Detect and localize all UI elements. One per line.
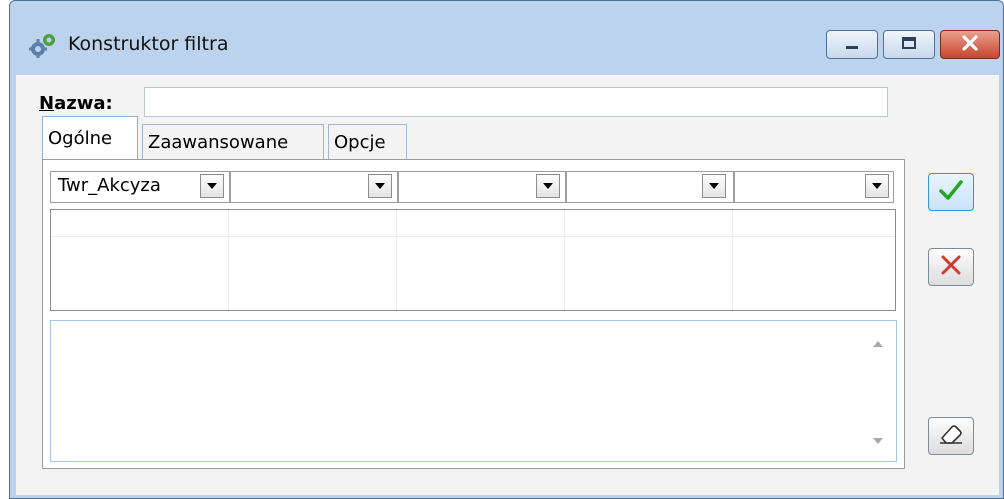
eraser-icon xyxy=(938,423,964,449)
chevron-down-icon[interactable] xyxy=(702,174,726,198)
ok-button[interactable] xyxy=(928,173,974,211)
grid-row-divider xyxy=(51,236,895,237)
cancel-button[interactable] xyxy=(928,248,974,286)
maximize-button[interactable] xyxy=(883,30,935,59)
close-icon xyxy=(961,34,979,55)
scroll-up-arrow-icon[interactable] xyxy=(872,333,884,352)
chevron-down-icon[interactable] xyxy=(865,174,889,198)
chevron-down-icon[interactable] xyxy=(368,174,392,198)
grid-column-divider xyxy=(228,210,229,310)
grid-column-divider xyxy=(564,210,565,310)
x-icon xyxy=(940,254,962,280)
dialog-client-area: Nazwa: Ogólne Zaawansowane Opcje Twr_Akc… xyxy=(16,75,999,495)
scroll-down-arrow-icon[interactable] xyxy=(872,430,884,449)
grid-column-divider xyxy=(396,210,397,310)
chevron-down-icon[interactable] xyxy=(536,174,560,198)
title-bar: Konstruktor filtra xyxy=(10,1,1003,75)
check-icon xyxy=(938,179,964,205)
column-selectors: Twr_Akcyza xyxy=(50,171,894,205)
chevron-down-icon[interactable] xyxy=(200,174,224,198)
close-button[interactable] xyxy=(940,30,1000,59)
tab-options[interactable]: Opcje xyxy=(328,124,407,160)
name-input[interactable] xyxy=(144,87,888,117)
tab-general[interactable]: Ogólne xyxy=(42,116,138,159)
minimize-button[interactable] xyxy=(826,30,878,59)
minimize-icon xyxy=(844,35,860,54)
grid-column-divider xyxy=(732,210,733,310)
filter-grid[interactable] xyxy=(50,209,896,311)
tab-panel: Twr_Akcyza xyxy=(42,159,905,469)
clear-button[interactable] xyxy=(928,417,974,455)
dialog-window: Konstruktor filtra Nazwa: Ogólne Zaawans… xyxy=(9,0,1004,499)
gear-filter-icon xyxy=(28,32,58,58)
window-title: Konstruktor filtra xyxy=(68,33,229,55)
tab-advanced[interactable]: Zaawansowane xyxy=(142,124,324,160)
filter-text-area[interactable] xyxy=(50,320,897,462)
name-label: Nazwa: xyxy=(39,93,113,114)
maximize-icon xyxy=(901,35,917,54)
